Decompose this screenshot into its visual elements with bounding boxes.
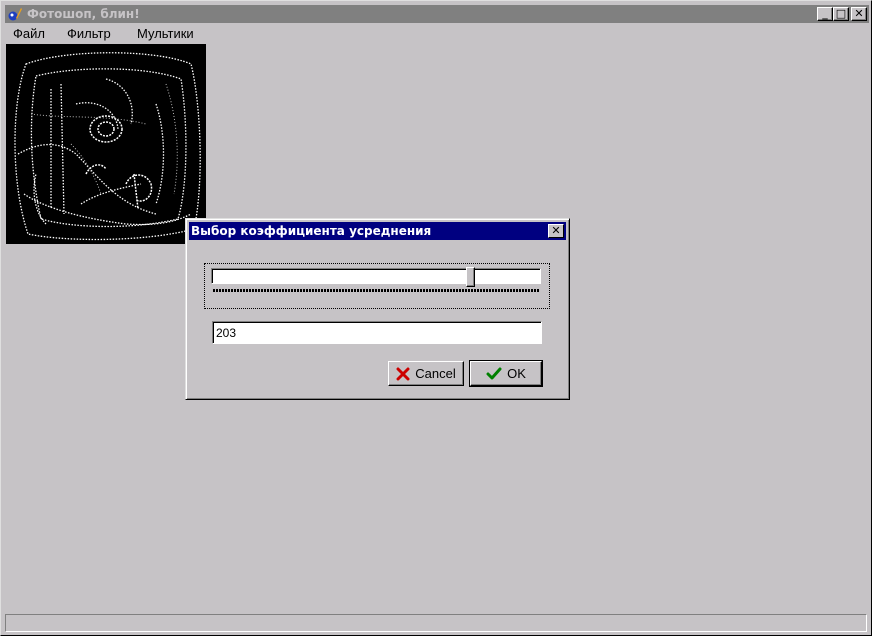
ok-button[interactable]: OK (469, 360, 543, 387)
slider-ticks (213, 289, 539, 292)
ok-button-label: OK (507, 366, 526, 381)
slider-group (204, 263, 550, 309)
ok-check-icon (486, 367, 502, 381)
minimize-icon: _ (822, 7, 828, 20)
window-titlebar[interactable]: Фотошоп, блин! _ □ ✕ (5, 5, 869, 23)
dialog-titlebar[interactable]: Выбор коэффициента усреднения ✕ (189, 222, 566, 240)
app-icon[interactable] (7, 6, 23, 22)
dialog-title: Выбор коэффициента усреднения (191, 224, 432, 238)
status-bar (5, 614, 867, 632)
menu-file[interactable]: Файл (7, 25, 51, 42)
menu-bar: Файл Фильтр Мультики (5, 24, 869, 43)
cancel-button[interactable]: Cancel (388, 361, 464, 386)
window-title: Фотошоп, блин! (27, 7, 140, 21)
averaging-coefficient-dialog: Выбор коэффициента усреднения ✕ Cancel O… (185, 218, 570, 400)
close-button[interactable]: ✕ (851, 7, 867, 21)
cancel-x-icon (396, 367, 410, 381)
menu-cartoons[interactable]: Мультики (131, 25, 200, 42)
menu-filter[interactable]: Фильтр (61, 25, 117, 42)
close-icon: ✕ (551, 224, 561, 237)
maximize-button[interactable]: □ (833, 7, 849, 21)
dialog-close-button[interactable]: ✕ (548, 224, 564, 238)
maximize-icon: □ (835, 7, 847, 20)
cancel-button-label: Cancel (415, 366, 456, 381)
coefficient-value-field[interactable] (212, 321, 542, 344)
filtered-image (6, 44, 206, 244)
minimize-button[interactable]: _ (817, 7, 833, 21)
coefficient-slider[interactable] (211, 267, 541, 287)
slider-thumb[interactable] (466, 267, 475, 287)
close-icon: ✕ (854, 7, 864, 20)
